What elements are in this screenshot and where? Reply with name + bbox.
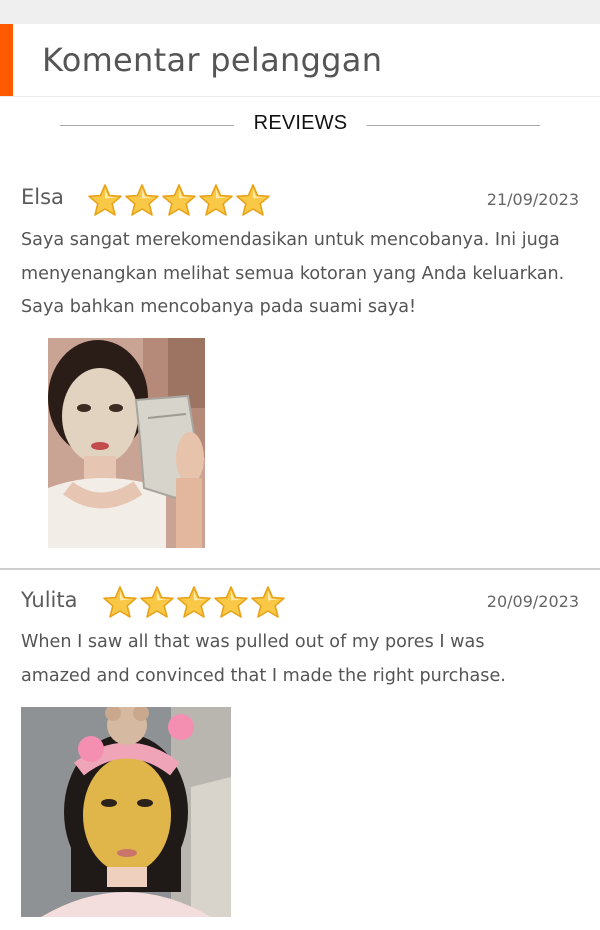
header-accent-bar (0, 24, 13, 96)
review-date: 20/09/2023 (486, 592, 579, 611)
star-icon (125, 184, 159, 216)
review-text-line: When I saw all that was pulled out of my… (21, 632, 485, 652)
section-header: Komentar pelanggan (0, 24, 600, 97)
review-separator (0, 568, 600, 570)
customer-photo-gold-mask-icon (21, 707, 231, 917)
star-rating (87, 183, 271, 217)
reviewer-name: Yulita (21, 588, 78, 612)
divider-line-right (367, 125, 540, 126)
star-rating (102, 585, 286, 619)
star-icon (199, 184, 233, 216)
top-strip (0, 0, 600, 24)
reviews-heading: REVIEWS (253, 112, 348, 134)
customer-photo-clay-mask-icon (48, 338, 205, 548)
star-icon (140, 586, 174, 618)
star-icon (103, 586, 137, 618)
star-icon (88, 184, 122, 216)
star-icon (162, 184, 196, 216)
review-photo[interactable] (21, 707, 231, 917)
star-icon (236, 184, 270, 216)
review-text-line: amazed and convinced that I made the rig… (21, 665, 506, 686)
divider-line-left (60, 125, 234, 126)
review-text-line: menyenangkan melihat semua kotoran yang … (21, 263, 565, 284)
star-icon (214, 586, 248, 618)
review-text-line: Saya sangat merekomendasikan untuk menco… (21, 230, 560, 250)
review-photo[interactable] (48, 338, 205, 548)
review-text-line: Saya bahkan mencobanya pada suami saya! (21, 297, 417, 317)
star-icon (251, 586, 285, 618)
reviewer-name: Elsa (21, 185, 64, 209)
review-date: 21/09/2023 (486, 190, 579, 209)
review-text: Saya sangat merekomendasikan untuk menco… (21, 224, 586, 325)
review-text: When I saw all that was pulled out of my… (21, 626, 586, 693)
star-icon (177, 586, 211, 618)
section-title: Komentar pelanggan (42, 41, 383, 79)
